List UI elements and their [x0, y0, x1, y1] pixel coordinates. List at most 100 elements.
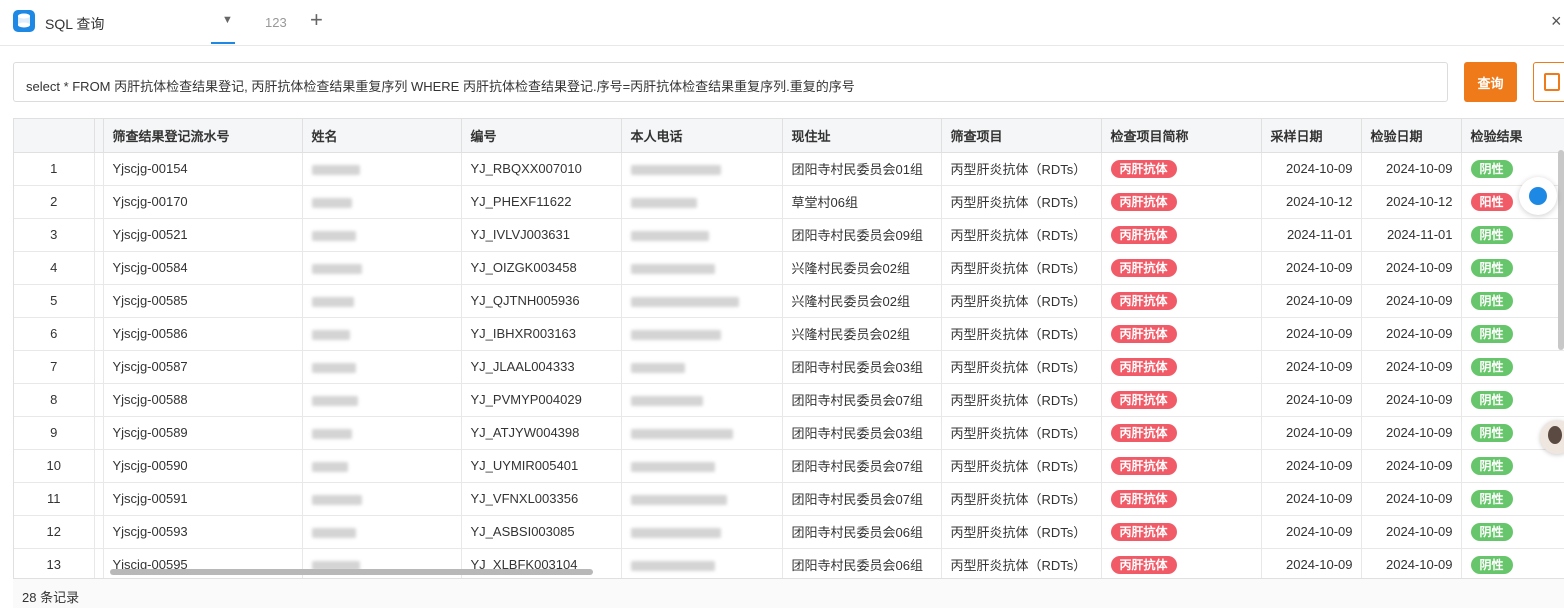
horizontal-scrollbar[interactable]	[110, 569, 593, 575]
cell-test-date: 2024-10-09	[1361, 152, 1462, 186]
cell-test-date: 2024-10-09	[1361, 284, 1462, 318]
vertical-scrollbar[interactable]	[1558, 150, 1564, 350]
cell-phone-redacted	[621, 251, 783, 285]
cell-result: 阴性	[1461, 251, 1564, 285]
table-row[interactable]: 3 Yjscjg-00521 YJ_IVLVJ003631 团阳寺村民委员会09组 丙型…	[14, 218, 1564, 252]
table-row[interactable]: 10 Yjscjg-00590 YJ_UYMIR005401 团阳寺村民委员会07组丙…	[14, 449, 1564, 483]
cell-name-redacted	[302, 449, 462, 483]
cell-phone-redacted	[621, 449, 783, 483]
abbr-tag: 丙肝抗体	[1110, 192, 1177, 211]
cell-abbr: 丙肝抗体	[1101, 218, 1262, 252]
row-index: 10	[14, 449, 95, 483]
chevron-down-icon[interactable]: ▼	[222, 14, 233, 26]
cell-phone-redacted	[621, 548, 783, 578]
cell-item: 丙型肝炎抗体（RDTs）	[941, 152, 1102, 186]
add-tab-icon[interactable]: +	[310, 9, 323, 31]
row-spacer	[94, 218, 104, 252]
cell-serial: Yjscjg-00591	[103, 482, 303, 516]
tab-sql-query[interactable]: SQL 查询	[45, 14, 104, 34]
sql-text: select * FROM 丙肝抗体检查结果登记, 丙肝抗体检查结果重复序列 W…	[26, 79, 855, 94]
col-header-item[interactable]: 筛查项目	[941, 119, 1102, 153]
export-icon	[1544, 73, 1560, 91]
table-row[interactable]: 1 Yjscjg-00154 YJ_RBQXX007010 团阳寺村民委员会01组 丙型…	[14, 152, 1564, 186]
cell-serial: Yjscjg-00170	[103, 185, 303, 219]
tab-123[interactable]: 123	[265, 15, 287, 30]
cell-item: 丙型肝炎抗体（RDTs）	[941, 317, 1102, 351]
run-query-button[interactable]: 查询	[1464, 62, 1517, 102]
cell-abbr: 丙肝抗体	[1101, 482, 1262, 516]
table-row[interactable]: 12 Yjscjg-00593 YJ_ASBSI003085 团阳寺村民委员会06组丙…	[14, 515, 1564, 549]
col-header-phone[interactable]: 本人电话	[621, 119, 783, 153]
sql-input[interactable]: select * FROM 丙肝抗体检查结果登记, 丙肝抗体检查结果重复序列 W…	[13, 62, 1448, 102]
cell-test-date: 2024-10-12	[1361, 185, 1462, 219]
table-row[interactable]: 8 Yjscjg-00588 YJ_PVMYP004029 团阳寺村民委员会07组 丙型…	[14, 383, 1564, 417]
cell-code: YJ_ATJYW004398	[461, 416, 622, 450]
row-index: 13	[14, 548, 95, 578]
row-index: 2	[14, 185, 95, 219]
cell-test-date: 2024-10-09	[1361, 449, 1462, 483]
cell-name-redacted	[302, 317, 462, 351]
cell-serial: Yjscjg-00584	[103, 251, 303, 285]
result-tag: 阴性	[1470, 456, 1513, 475]
result-tag: 阴性	[1470, 423, 1513, 442]
table-row[interactable]: 5 Yjscjg-00585 YJ_QJTNH005936 兴隆村民委员会02组 丙型肝…	[14, 284, 1564, 318]
col-header-sample-date[interactable]: 采样日期	[1261, 119, 1362, 153]
cell-item: 丙型肝炎抗体（RDTs）	[941, 350, 1102, 384]
cell-abbr: 丙肝抗体	[1101, 416, 1262, 450]
col-header-name[interactable]: 姓名	[302, 119, 462, 153]
cell-sample-date: 2024-10-09	[1261, 284, 1362, 318]
record-count: 28 条记录	[22, 590, 80, 605]
cell-serial: Yjscjg-00585	[103, 284, 303, 318]
abbr-tag: 丙肝抗体	[1110, 423, 1177, 442]
abbr-tag: 丙肝抗体	[1110, 489, 1177, 508]
cell-name-redacted	[302, 218, 462, 252]
cell-address: 团阳寺村民委员会09组	[782, 218, 942, 252]
result-tag: 阴性	[1470, 291, 1513, 310]
table-row[interactable]: 6 Yjscjg-00586 YJ_IBHXR003163 兴隆村民委员会02组 丙型肝…	[14, 317, 1564, 351]
table-row[interactable]: 4 Yjscjg-00584 YJ_OIZGK003458 兴隆村民委员会02组 丙型肝…	[14, 251, 1564, 285]
result-tag: 阴性	[1470, 522, 1513, 541]
cell-name-redacted	[302, 515, 462, 549]
col-header-abbr[interactable]: 检查项目简称	[1101, 119, 1262, 153]
abbr-tag: 丙肝抗体	[1110, 159, 1177, 178]
cell-code: YJ_JLAAL004333	[461, 350, 622, 384]
close-icon[interactable]: ×	[1551, 11, 1562, 32]
cell-sample-date: 2024-10-09	[1261, 317, 1362, 351]
col-header-test-date[interactable]: 检验日期	[1361, 119, 1462, 153]
cell-name-redacted	[302, 350, 462, 384]
col-header-result[interactable]: 检验结果	[1461, 119, 1564, 153]
cell-serial: Yjscjg-00590	[103, 449, 303, 483]
result-tag: 阴性	[1470, 324, 1513, 343]
row-index: 7	[14, 350, 95, 384]
cell-result: 阴性	[1461, 284, 1564, 318]
cell-phone-redacted	[621, 218, 783, 252]
cell-test-date: 2024-11-01	[1361, 218, 1462, 252]
cell-serial: Yjscjg-00587	[103, 350, 303, 384]
export-button[interactable]	[1533, 62, 1564, 102]
col-header-serial[interactable]: 筛查结果登记流水号	[103, 119, 303, 153]
row-spacer	[94, 350, 104, 384]
cell-serial: Yjscjg-00588	[103, 383, 303, 417]
table-row[interactable]: 2 Yjscjg-00170 YJ_PHEXF11622 草堂村06组 丙型肝炎抗体（R…	[14, 185, 1564, 219]
abbr-tag: 丙肝抗体	[1110, 390, 1177, 409]
table-row[interactable]: 11 Yjscjg-00591 YJ_VFNXL003356 团阳寺村民委员会07组丙…	[14, 482, 1564, 516]
cell-sample-date: 2024-10-12	[1261, 185, 1362, 219]
table-row[interactable]: 7 Yjscjg-00587 YJ_JLAAL004333 团阳寺村民委员会03组 丙型…	[14, 350, 1564, 384]
row-index: 9	[14, 416, 95, 450]
col-header-address[interactable]: 现住址	[782, 119, 942, 153]
cell-test-date: 2024-10-09	[1361, 383, 1462, 417]
cell-phone-redacted	[621, 284, 783, 318]
cell-phone-redacted	[621, 350, 783, 384]
cell-result: 阴性	[1461, 317, 1564, 351]
cell-address: 团阳寺村民委员会06组	[782, 548, 942, 578]
chat-bubble-icon[interactable]	[1519, 177, 1557, 215]
cell-code: YJ_VFNXL003356	[461, 482, 622, 516]
row-index: 1	[14, 152, 95, 186]
cell-phone-redacted	[621, 185, 783, 219]
result-tag: 阴性	[1470, 258, 1513, 277]
cell-address: 团阳寺村民委员会03组	[782, 350, 942, 384]
result-tag: 阴性	[1470, 159, 1513, 178]
col-header-code[interactable]: 编号	[461, 119, 622, 153]
table-row[interactable]: 9 Yjscjg-00589 YJ_ATJYW004398 团阳寺村民委员会03组 丙型…	[14, 416, 1564, 450]
cell-item: 丙型肝炎抗体（RDTs）	[941, 548, 1102, 578]
